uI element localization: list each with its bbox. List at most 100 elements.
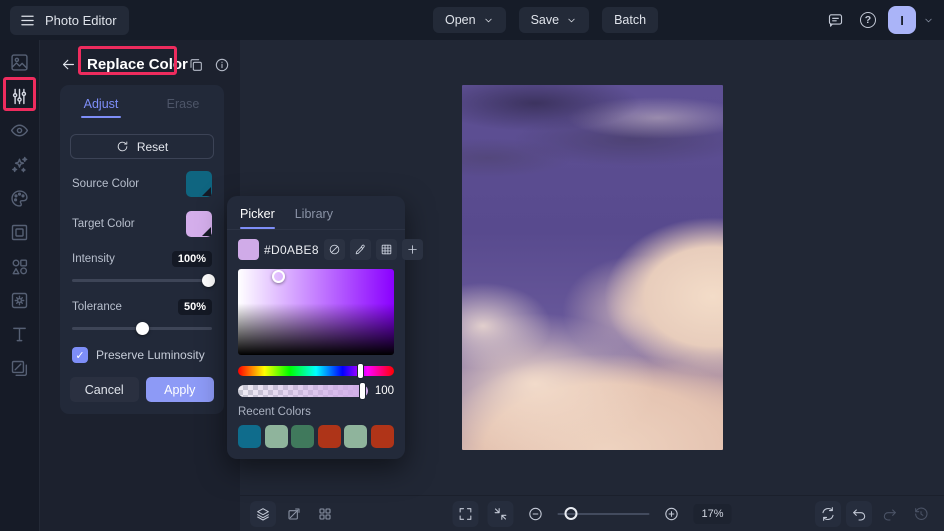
fit-screen-button[interactable] [487,501,513,527]
refresh-button[interactable] [815,501,841,527]
sidebar-tool-retouch[interactable] [3,115,37,146]
zoom-level[interactable]: 17% [693,504,731,524]
canvas-image[interactable] [462,85,723,450]
source-color-swatch[interactable] [186,171,212,197]
layers-icon [255,506,271,522]
batch-label: Batch [614,13,646,27]
sidebar-tool-adjustments[interactable] [3,81,37,112]
zoom-out-button[interactable] [522,501,548,527]
transform-icon [286,506,302,522]
tolerance-header: Tolerance 50% [72,299,212,315]
back-button[interactable] [60,56,77,73]
tab-picker[interactable]: Picker [240,207,275,229]
intensity-slider[interactable] [72,279,212,282]
hex-input[interactable]: #D0ABE8 [264,243,319,257]
hue-slider[interactable] [238,366,394,376]
plus-icon [406,243,419,256]
recent-color-swatch[interactable] [344,425,367,448]
recent-color-swatch[interactable] [265,425,288,448]
account-chevron-icon[interactable] [923,15,934,26]
picker-tabs: Picker Library [227,196,405,230]
photo-editor-app: Photo Editor Open Save Batch ? [0,0,944,531]
current-color-swatch [238,239,259,260]
intensity-header: Intensity 100% [72,251,212,267]
eyedropper-button[interactable] [350,239,371,260]
opacity-slider-thumb[interactable] [360,383,365,399]
tab-erase[interactable]: Erase [142,85,224,118]
saturation-brightness-field[interactable] [238,269,394,355]
sticker-icon [9,290,30,311]
undo-button[interactable] [846,501,872,527]
sidebar-tool-overlay[interactable] [3,353,37,384]
hex-row: #D0ABE8 [227,230,405,260]
panel-header: Replace Color [40,40,240,79]
no-color-button[interactable] [324,239,345,260]
hue-slider-thumb[interactable] [358,364,363,378]
batch-button[interactable]: Batch [602,7,658,33]
panel-header-icons [188,57,230,73]
zoom-slider-thumb[interactable] [565,507,578,520]
sidebar-tool-image[interactable] [3,47,37,78]
sidebar-tool-effects[interactable] [3,149,37,180]
history-controls [815,501,934,527]
none-icon [328,243,341,256]
palette-grid-button[interactable] [376,239,397,260]
tolerance-slider-thumb[interactable] [136,322,149,335]
recent-colors-section: Recent Colors [227,397,405,448]
add-color-button[interactable] [402,239,423,260]
reset-label: Reset [137,140,168,154]
grid-icon [317,506,333,522]
text-icon [9,324,30,345]
sidebar-tool-elements[interactable] [3,251,37,282]
layers-button[interactable] [250,501,276,527]
zoom-slider[interactable] [557,513,649,515]
color-field-cursor[interactable] [272,270,285,283]
history-button[interactable] [908,501,934,527]
open-button[interactable]: Open [433,7,506,33]
cancel-button[interactable]: Cancel [70,377,139,402]
source-color-row: Source Color [72,171,212,197]
tab-library[interactable]: Library [295,207,333,229]
fullscreen-button[interactable] [452,501,478,527]
preserve-luminosity-row[interactable]: ✓ Preserve Luminosity [72,347,212,363]
main-menu-button[interactable]: Photo Editor [10,6,129,35]
apply-button[interactable]: Apply [146,377,215,402]
intensity-value: 100% [172,251,212,267]
help-button[interactable]: ? [855,7,881,33]
intensity-slider-thumb[interactable] [202,274,215,287]
sidebar-tool-filters[interactable] [3,183,37,214]
undo-icon [851,506,867,522]
tool-sidebar [0,40,40,531]
recent-color-swatch[interactable] [371,425,394,448]
tab-underline [81,116,121,118]
save-button[interactable]: Save [519,7,590,33]
redo-button[interactable] [877,501,903,527]
tab-adjust[interactable]: Adjust [60,85,142,118]
recent-color-swatch[interactable] [318,425,341,448]
sidebar-tool-frame[interactable] [3,217,37,248]
palette-icon [9,188,30,209]
zoom-in-button[interactable] [658,501,684,527]
avatar[interactable]: I [888,6,916,34]
tolerance-slider[interactable] [72,327,212,330]
tab-adjust-label: Adjust [84,97,119,111]
reset-icon [116,140,129,153]
recent-color-swatch[interactable] [238,425,261,448]
save-label: Save [531,13,560,27]
checkbox-checked[interactable]: ✓ [72,347,88,363]
recent-color-swatch[interactable] [291,425,314,448]
grid-view-button[interactable] [312,501,338,527]
feedback-button[interactable] [822,7,848,33]
tool-panel: Replace Color Adjust Erase [40,40,240,531]
opacity-slider[interactable] [238,385,368,397]
reset-button[interactable]: Reset [70,134,214,159]
info-icon[interactable] [214,57,230,73]
duplicate-icon[interactable] [188,57,204,73]
sidebar-tool-sticker[interactable] [3,285,37,316]
tab-underline [163,116,203,118]
sidebar-tool-text[interactable] [3,319,37,350]
target-color-swatch[interactable] [186,211,212,237]
canvas-transform-button[interactable] [281,501,307,527]
fullscreen-icon [457,506,473,522]
panel-title: Replace Color [87,56,188,73]
